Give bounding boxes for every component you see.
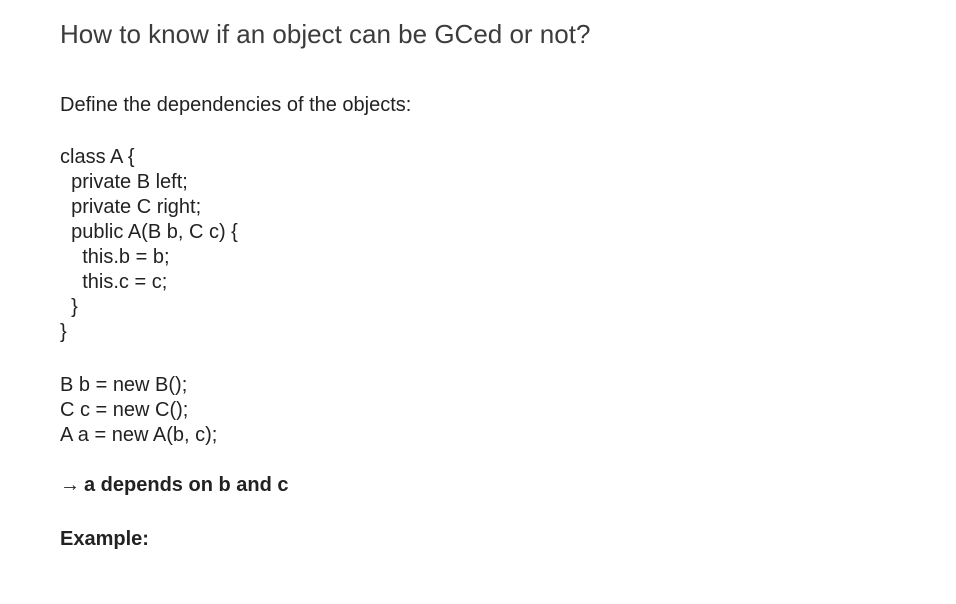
code-line: } — [60, 296, 78, 318]
code-line: class A { — [60, 146, 135, 168]
code-line: C c = new C(); — [60, 399, 189, 421]
dependency-conclusion: → a depends on b and c — [60, 474, 288, 497]
right-arrow-icon: → — [60, 474, 80, 496]
conclusion-text: a depends on b and c — [84, 474, 289, 496]
example-label: Example: — [60, 528, 149, 550]
class-code-block: class A { private B left; private C righ… — [60, 145, 238, 345]
code-line: public A(B b, C c) { — [60, 221, 238, 243]
code-line: A a = new A(b, c); — [60, 424, 218, 446]
code-line: } — [60, 321, 67, 343]
code-line: this.c = c; — [60, 271, 168, 293]
code-line: this.b = b; — [60, 246, 170, 268]
instance-code-block: B b = new B(); C c = new C(); A a = new … — [60, 373, 217, 448]
page-title: How to know if an object can be GCed or … — [60, 19, 591, 49]
section-subtitle: Define the dependencies of the objects: — [60, 94, 412, 116]
code-line: private B left; — [60, 171, 188, 193]
code-line: private C right; — [60, 196, 202, 218]
code-line: B b = new B(); — [60, 374, 188, 396]
